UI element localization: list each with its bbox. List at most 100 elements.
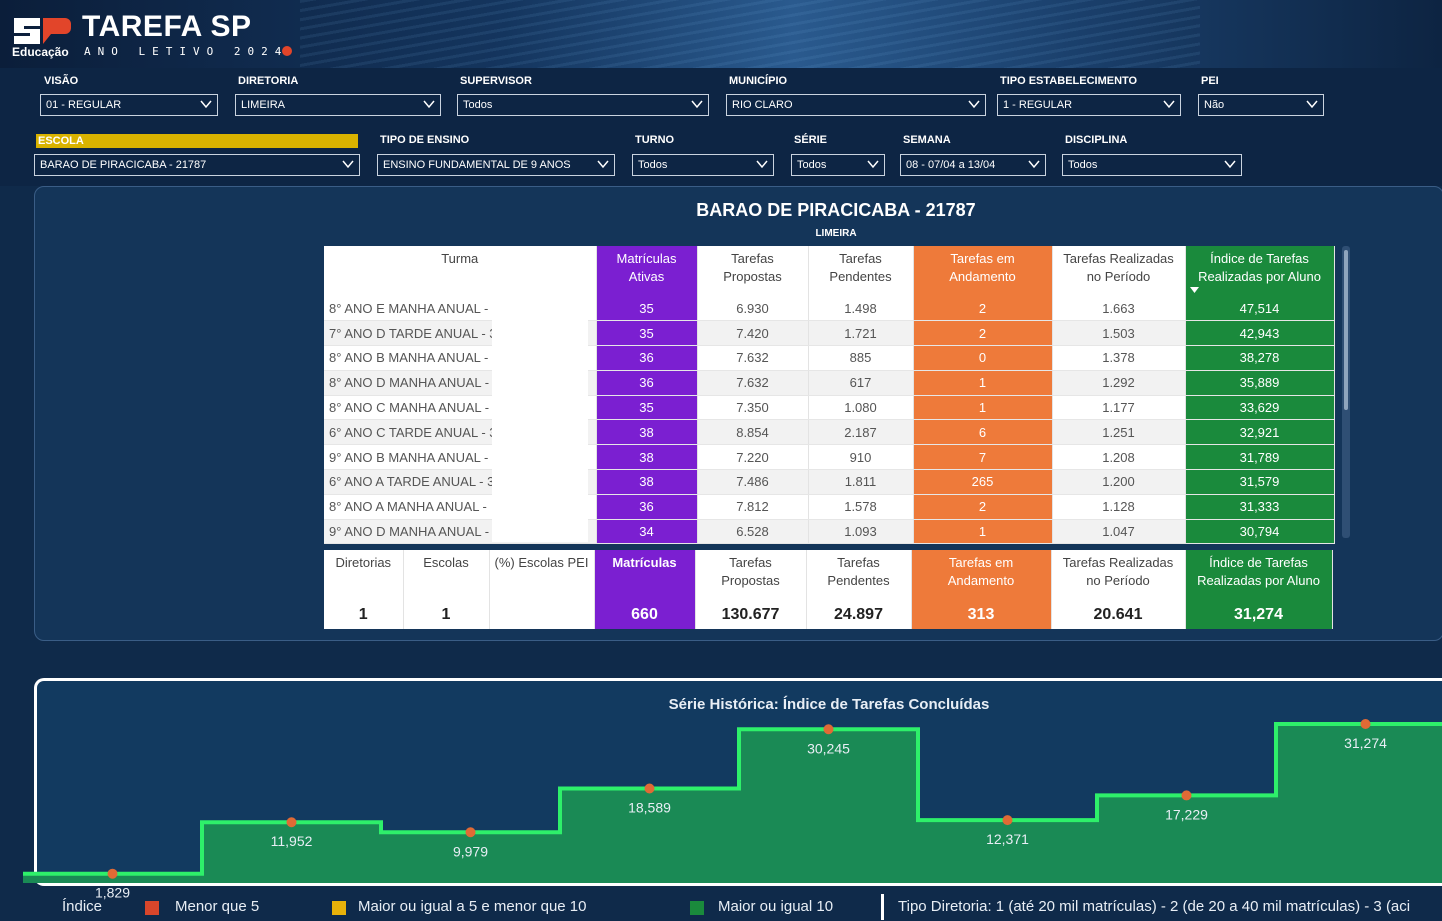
semana-select[interactable]: 08 - 07/04 a 13/04	[900, 154, 1046, 176]
legend-item-maior-10: Maior ou igual 10	[718, 898, 834, 915]
supervisor-select[interactable]: Todos	[457, 94, 709, 116]
cell-matriculas: 34	[596, 519, 698, 545]
table-row[interactable]: 8° ANO B MANHA ANUAL -36 7.632 885 0 1.378 38…	[324, 345, 1335, 371]
cell-propostas: 7.812	[697, 494, 809, 520]
total-pei	[489, 600, 595, 629]
total-pendentes: 24.897	[806, 600, 912, 629]
filter-label-semana: SEMANA	[903, 134, 951, 146]
chevron-down-icon	[756, 160, 768, 169]
cell-realizadas: 1.128	[1052, 494, 1186, 520]
tipo-ensino-select[interactable]: ENSINO FUNDAMENTAL DE 9 ANOS	[377, 154, 615, 176]
serie-select[interactable]: Todos	[791, 154, 885, 176]
cell-matriculas: 35	[596, 320, 698, 347]
cell-indice: 42,943	[1185, 320, 1335, 347]
disciplina-select[interactable]: Todos	[1062, 154, 1242, 176]
legend-swatch-yellow	[332, 901, 346, 915]
pei-select[interactable]: Não	[1198, 94, 1324, 116]
table-row[interactable]: 8° ANO A MANHA ANUAL -36 7.812 1.578 2 1.128…	[324, 494, 1335, 520]
serie-value: Todos	[797, 159, 827, 171]
totals-header-pendentes: Tarefas Pendentes	[806, 550, 912, 600]
escola-value: BARAO DE PIRACICABA - 21787	[40, 159, 207, 171]
municipio-select[interactable]: RIO CLARO	[726, 94, 986, 116]
totals-table: Diretorias Escolas (%) Escolas PEI Matrí…	[324, 550, 1333, 629]
legend-separator	[881, 894, 884, 920]
table-row[interactable]: 8° ANO C MANHA ANUAL -35 7.350 1.080 1 1.177…	[324, 395, 1335, 421]
tipo-estabelecimento-select[interactable]: 1 - REGULAR	[997, 94, 1181, 116]
cell-indice: 47,514	[1185, 296, 1335, 322]
table-row[interactable]: 8° ANO E MANHA ANUAL -35 6.930 1.498 2 1.663…	[324, 296, 1335, 322]
col-header-matriculas[interactable]: Matrículas Ativas	[596, 246, 698, 296]
filter-label-serie: SÉRIE	[794, 134, 828, 146]
diretoria-select[interactable]: LIMEIRA	[235, 94, 441, 116]
tipo-ensino-value: ENSINO FUNDAMENTAL DE 9 ANOS	[383, 159, 571, 171]
table-row[interactable]: 7° ANO D TARDE ANUAL - 3 35 7.420 1.721 2 1.5…	[324, 320, 1335, 347]
cell-pendentes: 1.080	[808, 395, 914, 421]
col-header-realizadas[interactable]: Tarefas Realizadas no Período	[1052, 246, 1186, 296]
cell-indice: 33,629	[1185, 395, 1335, 421]
cell-matriculas: 38	[596, 419, 698, 446]
cell-realizadas: 1.047	[1052, 519, 1186, 545]
table-header-row: Turma Matrículas Ativas Tarefas Propostas …	[324, 246, 1335, 296]
cell-pendentes: 1.093	[808, 519, 914, 545]
legend-bar: Índice Menor que 5 Maior ou igual a 5 e …	[0, 894, 1442, 921]
chevron-down-icon	[200, 100, 212, 109]
chevron-down-icon	[1224, 160, 1236, 169]
visao-value: 01 - REGULAR	[46, 99, 122, 111]
totals-value-row: 1 1 660 130.677 24.897 313 20.641 31,274	[324, 600, 1333, 629]
table-row[interactable]: 6° ANO A TARDE ANUAL - 3 38 7.486 1.811 265 1…	[324, 469, 1335, 495]
cell-indice: 31,789	[1185, 444, 1335, 471]
filter-label-pei: PEI	[1201, 75, 1219, 87]
filter-label-escola: ESCOLA	[36, 134, 358, 148]
app-header: TAREFA SP Educação ANO LETIVO 2024	[0, 0, 1442, 68]
table-row[interactable]: 9° ANO D MANHA ANUAL -34 6.528 1.093 1 1.047…	[324, 519, 1335, 545]
diretoria-value: LIMEIRA	[241, 99, 286, 111]
col-header-propostas[interactable]: Tarefas Propostas	[697, 246, 809, 296]
filter-label-tipo-estabelecimento: TIPO ESTABELECIMENTO	[1000, 75, 1138, 87]
legend-item-entre-5-10: Maior ou igual a 5 e menor que 10	[358, 898, 587, 915]
col-header-indice[interactable]: Índice de Tarefas Realizadas por Aluno	[1185, 246, 1335, 296]
legend-item-menor-5: Menor que 5	[175, 898, 260, 915]
cell-realizadas: 1.378	[1052, 345, 1186, 371]
col-header-turma[interactable]: Turma	[324, 246, 597, 296]
cell-propostas: 6.528	[697, 519, 809, 545]
total-indice: 31,274	[1185, 600, 1333, 629]
cell-andamento: 0	[913, 345, 1053, 371]
cell-indice: 31,333	[1185, 494, 1335, 520]
cell-andamento: 2	[913, 320, 1053, 347]
cell-pendentes: 617	[808, 370, 914, 396]
cell-andamento: 6	[913, 419, 1053, 446]
chevron-down-icon	[1163, 100, 1175, 109]
cell-andamento: 2	[913, 296, 1053, 322]
totals-header-andamento: Tarefas em Andamento	[911, 550, 1052, 600]
year-label: ANO LETIVO 2024	[84, 45, 289, 58]
cell-pendentes: 1.721	[808, 320, 914, 347]
legend-swatch-red	[145, 901, 159, 915]
cell-pendentes: 1.498	[808, 296, 914, 322]
table-row[interactable]: 6° ANO C TARDE ANUAL - 3 38 8.854 2.187 6 1.2…	[324, 419, 1335, 446]
table-row[interactable]: 8° ANO D MANHA ANUAL -36 7.632 617 1 1.292 35…	[324, 370, 1335, 396]
cell-realizadas: 1.503	[1052, 320, 1186, 347]
escola-select[interactable]: BARAO DE PIRACICABA - 21787	[34, 154, 360, 176]
totals-header-diretorias: Diretorias	[324, 550, 404, 600]
sort-desc-icon	[1189, 287, 1199, 293]
school-title: BARAO DE PIRACICABA - 21787	[696, 200, 976, 220]
filter-label-disciplina: DISCIPLINA	[1065, 134, 1128, 146]
filter-label-municipio: MUNICÍPIO	[729, 75, 788, 87]
turno-select[interactable]: Todos	[632, 154, 774, 176]
filter-label-visao: VISÃO	[44, 75, 79, 87]
total-diretorias: 1	[324, 600, 404, 629]
cell-propostas: 7.220	[697, 444, 809, 471]
col-header-andamento[interactable]: Tarefas em Andamento	[913, 246, 1053, 296]
cell-andamento: 7	[913, 444, 1053, 471]
chevron-down-icon	[342, 160, 354, 169]
table-row[interactable]: 9° ANO B MANHA ANUAL -38 7.220 910 7 1.208 31…	[324, 444, 1335, 471]
totals-header-row: Diretorias Escolas (%) Escolas PEI Matrí…	[324, 550, 1333, 600]
cell-andamento: 1	[913, 519, 1053, 545]
cell-propostas: 6.930	[697, 296, 809, 322]
table-scrollbar-thumb[interactable]	[1344, 250, 1348, 410]
col-header-pendentes[interactable]: Tarefas Pendentes	[808, 246, 914, 296]
sp-logo-icon	[14, 18, 71, 44]
visao-select[interactable]: 01 - REGULAR	[40, 94, 218, 116]
tipo-estabelecimento-value: 1 - REGULAR	[1003, 99, 1073, 111]
legend-swatch-green	[690, 901, 704, 915]
